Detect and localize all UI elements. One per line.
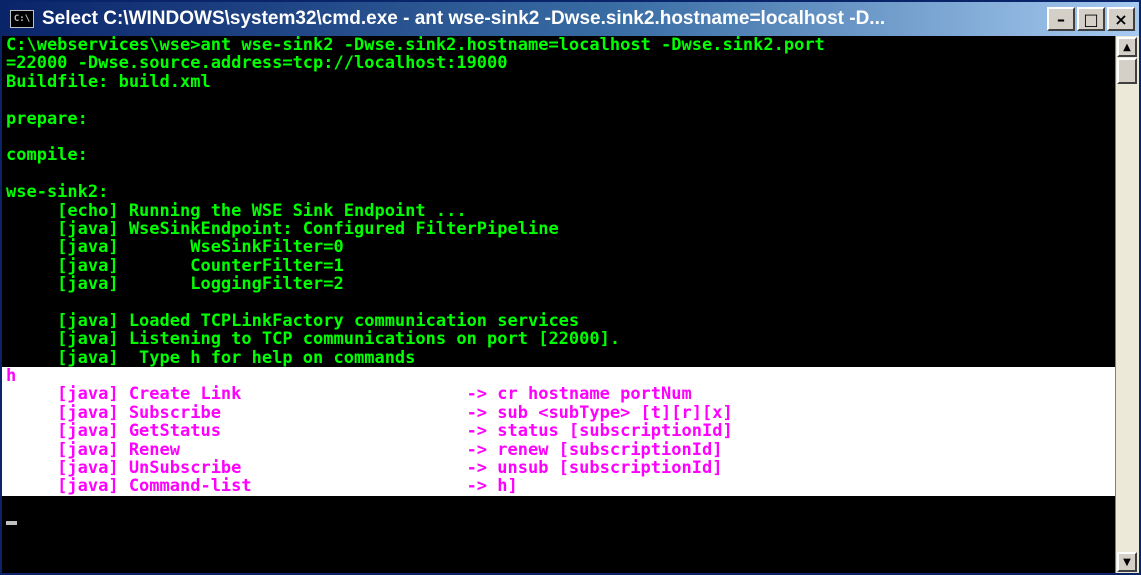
minimize-button[interactable]: – xyxy=(1047,7,1075,31)
console-line: =22000 -Dwse.source.address=tcp://localh… xyxy=(6,53,508,74)
console-line: [java] Type h for help on commands xyxy=(6,347,416,368)
console-line: [java] WseSinkEndpoint: Configured Filte… xyxy=(6,218,559,239)
console-line: Buildfile: build.xml xyxy=(6,71,211,92)
console-line: C:\webservices\wse>ant wse-sink2 -Dwse.s… xyxy=(6,36,825,55)
scroll-up-button[interactable]: ▲ xyxy=(1117,37,1137,57)
console-line: wse-sink2: xyxy=(6,182,109,203)
text-selection[interactable]: h [java] Create Link -> cr hostname port… xyxy=(2,367,1118,496)
console-line: [echo] Running the WSE Sink Endpoint ... xyxy=(6,200,467,221)
selected-line: h xyxy=(6,366,17,387)
console-line: [java] LoggingFilter=2 xyxy=(6,274,344,295)
console-line: [java] Listening to TCP communications o… xyxy=(6,329,621,350)
close-button[interactable]: × xyxy=(1107,7,1135,31)
scroll-down-button[interactable]: ▼ xyxy=(1117,552,1137,572)
title-bar[interactable]: C:\ Select C:\WINDOWS\system32\cmd.exe -… xyxy=(2,2,1139,36)
selected-line: [java] Create Link -> cr hostname portNu… xyxy=(6,384,692,405)
console-line: compile: xyxy=(6,145,88,166)
selected-line: [java] Renew -> renew [subscriptionId] xyxy=(6,439,723,460)
vertical-scrollbar[interactable]: ▲ ▼ xyxy=(1115,36,1139,573)
window-controls: – □ × xyxy=(1047,7,1135,31)
window-title: Select C:\WINDOWS\system32\cmd.exe - ant… xyxy=(42,8,886,29)
cursor-line[interactable] xyxy=(2,514,1118,532)
console-line: [java] Loaded TCPLinkFactory communicati… xyxy=(6,310,580,331)
selected-line: [java] Subscribe -> sub <subType> [t][r]… xyxy=(6,402,733,423)
maximize-button[interactable]: □ xyxy=(1077,7,1105,31)
selected-line: [java] GetStatus -> status [subscription… xyxy=(6,421,733,442)
console-app-icon[interactable]: C:\ xyxy=(10,10,34,28)
selected-line: [java] UnSubscribe -> unsub [subscriptio… xyxy=(6,457,723,478)
cmd-window: C:\ Select C:\WINDOWS\system32\cmd.exe -… xyxy=(0,0,1141,575)
console-line: prepare: xyxy=(6,108,88,129)
console-output[interactable]: C:\webservices\wse>ant wse-sink2 -Dwse.s… xyxy=(2,36,1118,573)
text-cursor xyxy=(6,521,17,526)
selected-line: [java] Command-list -> h] xyxy=(6,476,518,497)
scrollbar-thumb[interactable] xyxy=(1117,58,1137,84)
prompt-line xyxy=(2,496,1118,514)
console-line: [java] WseSinkFilter=0 xyxy=(6,237,344,258)
console-line: [java] CounterFilter=1 xyxy=(6,255,344,276)
